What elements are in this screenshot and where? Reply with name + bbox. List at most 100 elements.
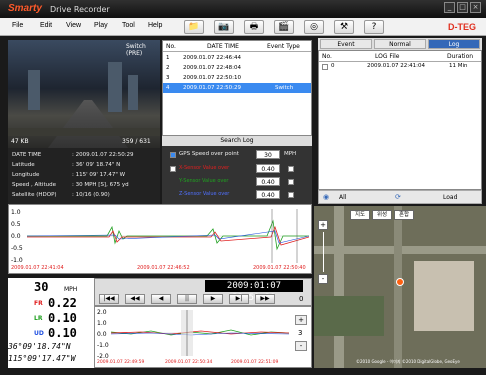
menu-bar: File Edit View Play Tool Help bbox=[0, 18, 486, 36]
fr-label: FR bbox=[34, 300, 43, 307]
map-tab-map[interactable]: 지도 bbox=[350, 210, 370, 220]
refresh-icon[interactable]: ⟳ bbox=[395, 193, 401, 201]
menu-file[interactable]: File bbox=[12, 22, 23, 29]
clapper-icon[interactable]: 🎬 bbox=[274, 20, 294, 34]
table-row[interactable]: 2 2009.01.07 22:48:04 bbox=[163, 63, 311, 73]
gps-speed-input[interactable]: 30 bbox=[256, 150, 280, 159]
map-zoom-in[interactable]: + bbox=[318, 220, 328, 230]
building-shape bbox=[128, 75, 138, 110]
help-icon[interactable]: ? bbox=[364, 20, 384, 34]
tab-normal[interactable]: Normal bbox=[374, 39, 426, 49]
playback-counter: 0 bbox=[299, 295, 304, 303]
map-zoom-out[interactable]: - bbox=[318, 274, 328, 284]
log-row-checkbox[interactable] bbox=[322, 64, 328, 70]
y-sensor-input[interactable]: 0.40 bbox=[256, 177, 280, 186]
latitude-display: 36°09'18.74"N bbox=[8, 342, 71, 351]
print-icon[interactable]: 🖶 bbox=[244, 20, 264, 34]
pause-button[interactable]: || bbox=[177, 294, 197, 304]
ud-label: UD bbox=[34, 330, 44, 337]
y-checkbox[interactable] bbox=[288, 179, 294, 185]
y-tick: -0.5 bbox=[11, 245, 23, 252]
menu-edit[interactable]: Edit bbox=[40, 22, 52, 29]
table-row[interactable]: 3 2009.01.07 22:50:10 bbox=[163, 73, 311, 83]
video-view[interactable]: Switch (PRE) 47 KB 359 / 631 bbox=[8, 40, 160, 148]
map-view[interactable]: 지도 위성 혼합 + - ©2010 Google - 이미지 ©2010 Di… bbox=[314, 206, 486, 368]
menu-tool[interactable]: Tool bbox=[122, 22, 135, 29]
fr-value: 0.22 bbox=[48, 296, 77, 310]
all-button[interactable]: All bbox=[339, 194, 346, 201]
play-button[interactable]: ▶ bbox=[203, 294, 223, 304]
road-shape bbox=[394, 206, 402, 368]
chart-zoom-out[interactable]: - bbox=[295, 341, 307, 351]
info-label: DATE TIME bbox=[12, 152, 42, 158]
log-table: No. LOG File Duration 0 2009.01.07 22:41… bbox=[318, 50, 482, 190]
title-bar: Smarty Drive Recorder _ □ × bbox=[0, 0, 486, 18]
search-log-button[interactable]: Search Log bbox=[162, 136, 312, 146]
file-table: No. DATE TIME Event Type 1 2009.01.07 22:… bbox=[162, 40, 312, 136]
sensor-chart-main[interactable]: 1.0 0.5 0.0 -0.5 -1.0 2009.01.07 22:41:0… bbox=[8, 204, 312, 274]
fast-forward-button[interactable]: ▶▶ bbox=[255, 294, 275, 304]
info-label: Satellite (HDOP) bbox=[12, 192, 57, 198]
x-checkbox[interactable] bbox=[288, 166, 294, 172]
lr-value: 0.10 bbox=[48, 311, 77, 325]
gps-checkbox[interactable] bbox=[170, 152, 176, 158]
building-shape bbox=[108, 62, 122, 112]
load-button[interactable]: Load bbox=[443, 194, 457, 201]
x-sensor-label: X-Sensor Value over bbox=[179, 165, 230, 171]
minimize-button[interactable]: _ bbox=[444, 2, 455, 13]
building-shape bbox=[414, 261, 474, 331]
speed-value: 30 bbox=[34, 280, 49, 294]
road-shape bbox=[334, 206, 344, 368]
maximize-button[interactable]: □ bbox=[457, 2, 468, 13]
step-back-button[interactable]: ◀ bbox=[151, 294, 171, 304]
longitude-display: 115°09'17.47"W bbox=[8, 354, 76, 363]
playback-controls: 2009:01:07 22:50:29 |◀◀ ◀◀ ◀ || ▶ ▶| ▶▶ … bbox=[94, 278, 312, 306]
gps-label: GPS Speed over point bbox=[179, 151, 239, 157]
disc-icon[interactable]: ◎ bbox=[304, 20, 324, 34]
y-tick: 1.0 bbox=[97, 320, 107, 327]
speed-unit: MPH bbox=[64, 286, 78, 293]
z-checkbox[interactable] bbox=[288, 192, 294, 198]
rewind-button[interactable]: ◀◀ bbox=[125, 294, 145, 304]
info-panel: DATE TIME: 2009.01.07 22:50:29 Latitude:… bbox=[8, 148, 160, 204]
info-value: : 36' 09' 18.74" N bbox=[72, 162, 121, 168]
x-sensor-checkbox[interactable] bbox=[170, 166, 176, 172]
zoom-slider-track[interactable] bbox=[323, 232, 324, 272]
tab-log[interactable]: Log bbox=[428, 39, 480, 49]
info-label: Latitude bbox=[12, 162, 35, 168]
z-sensor-label: Z-Sensor Value over bbox=[179, 191, 230, 197]
col-header-duration: Duration bbox=[447, 53, 474, 60]
info-label: Longitude bbox=[12, 172, 40, 178]
tab-event[interactable]: Event bbox=[320, 39, 372, 49]
speed-panel: 30 MPH FR 0.22 LR 0.10 UD 0.10 36°09'18.… bbox=[8, 278, 94, 368]
menu-help[interactable]: Help bbox=[148, 22, 162, 29]
log-file[interactable]: 2009.01.07 22:41:04 bbox=[367, 63, 425, 69]
col-header-logfile: LOG File bbox=[375, 53, 400, 60]
chart-zoom-in[interactable]: + bbox=[295, 315, 307, 325]
divider bbox=[319, 61, 481, 62]
map-tab-hybrid[interactable]: 혼합 bbox=[394, 210, 414, 220]
ud-value: 0.10 bbox=[48, 326, 77, 340]
table-row[interactable]: 1 2009.01.07 22:46:44 bbox=[163, 53, 311, 63]
menu-play[interactable]: Play bbox=[94, 22, 108, 29]
x-time-start: 2009.01.07 22:41:04 bbox=[11, 265, 64, 271]
lr-label: LR bbox=[34, 315, 43, 322]
step-forward-button[interactable]: ▶| bbox=[229, 294, 249, 304]
table-row-selected[interactable]: 4 2009.01.07 22:50:29 Switch bbox=[163, 83, 311, 93]
tools-icon[interactable]: ⚒ bbox=[334, 20, 354, 34]
menu-view[interactable]: View bbox=[66, 22, 81, 29]
sensor-chart-detail[interactable]: 2.0 1.0 0.0 -1.0 -2.0 2009.01.07 22:49:5… bbox=[94, 306, 312, 368]
folder-icon[interactable]: 📁 bbox=[184, 20, 204, 34]
video-mode: Switch (PRE) bbox=[126, 43, 146, 57]
camera-icon[interactable]: 📷 bbox=[214, 20, 234, 34]
col-header-no: No. bbox=[166, 43, 176, 50]
playback-clock: 2009:01:07 22:50:29 bbox=[205, 280, 303, 303]
all-icon[interactable]: ◉ bbox=[323, 193, 329, 201]
first-button[interactable]: |◀◀ bbox=[99, 294, 119, 304]
log-tabs: Event Normal Log bbox=[318, 38, 482, 50]
chart1-plot bbox=[27, 209, 309, 263]
x-sensor-input[interactable]: 0.40 bbox=[256, 164, 280, 173]
map-tab-satellite[interactable]: 위성 bbox=[372, 210, 392, 220]
close-button[interactable]: × bbox=[470, 2, 481, 13]
z-sensor-input[interactable]: 0.40 bbox=[256, 190, 280, 199]
